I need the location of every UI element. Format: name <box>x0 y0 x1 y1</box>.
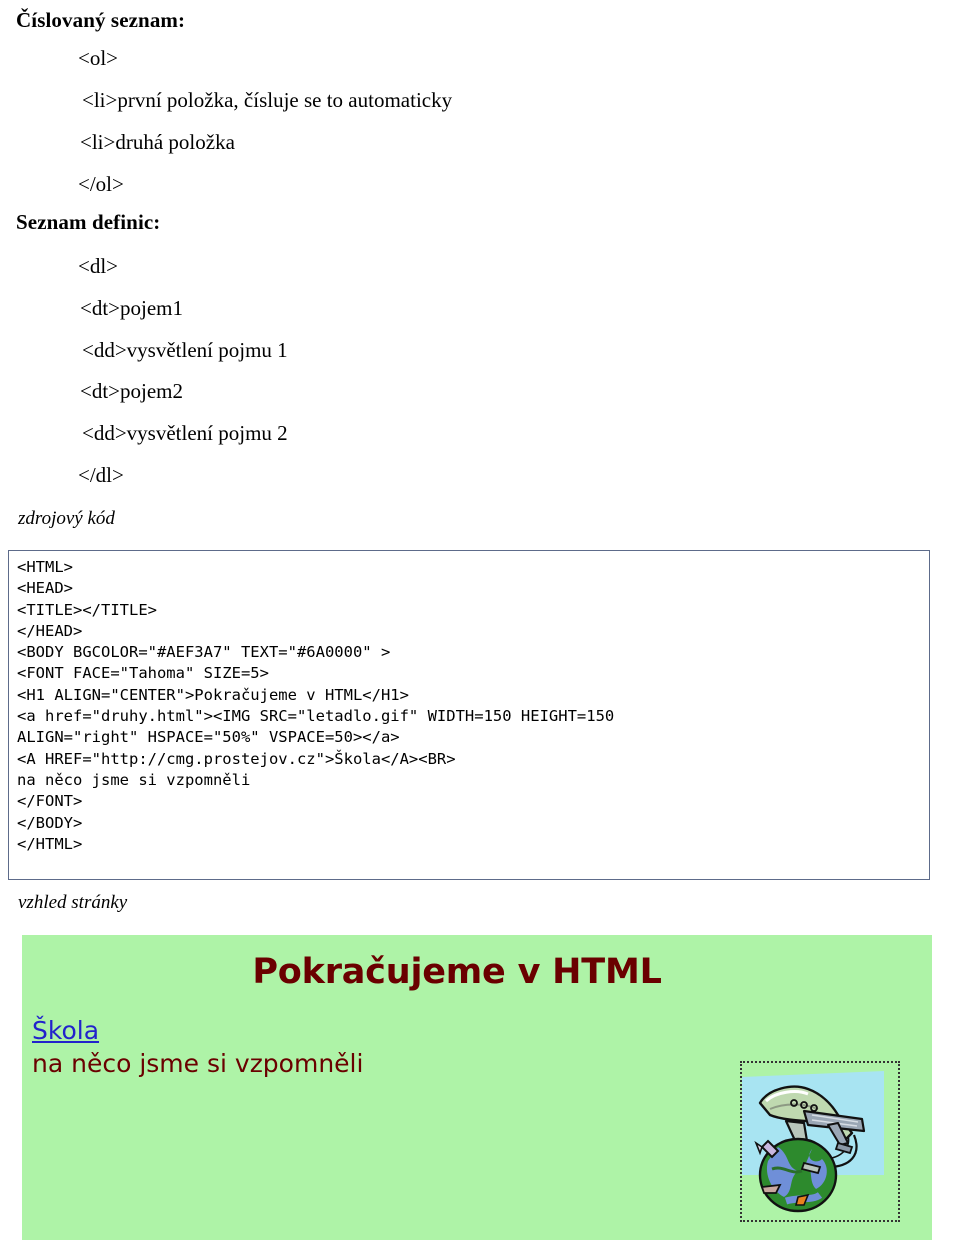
preview-heading: Pokračujeme v HTML <box>252 952 662 992</box>
ol-item-2-line: <li>druhá položka <box>80 130 235 154</box>
ordered-list-heading: Číslovaný seznam: <box>16 8 186 32</box>
ol-item-1-line: <li>první položka, čísluje se to automat… <box>82 88 453 112</box>
source-code-box: <HTML> <HEAD> <TITLE></TITLE> </HEAD> <B… <box>8 550 930 880</box>
skola-link[interactable]: Škola <box>32 1014 99 1047</box>
preview-caption: vzhled stránky <box>18 892 128 913</box>
dd-2-line: <dd>vysvětlení pojmu 2 <box>82 421 288 445</box>
dl-close-tag-line: </dl> <box>78 463 124 487</box>
ol-open-tag-line: <ol> <box>78 46 119 70</box>
source-code-text: <HTML> <HEAD> <TITLE></TITLE> </HEAD> <B… <box>17 558 615 853</box>
definition-list-heading: Seznam definic: <box>16 210 161 234</box>
ol-close-tag-line: </ol> <box>78 172 124 196</box>
airplane-globe-icon <box>742 1063 898 1220</box>
source-code-caption: zdrojový kód <box>18 508 115 529</box>
dl-open-tag-line: <dl> <box>78 254 119 278</box>
letadlo-image-frame[interactable] <box>740 1061 900 1222</box>
dt-1-line: <dt>pojem1 <box>80 296 184 320</box>
dd-1-line: <dd>vysvětlení pojmu 1 <box>82 338 288 362</box>
dt-2-line: <dt>pojem2 <box>80 379 184 403</box>
